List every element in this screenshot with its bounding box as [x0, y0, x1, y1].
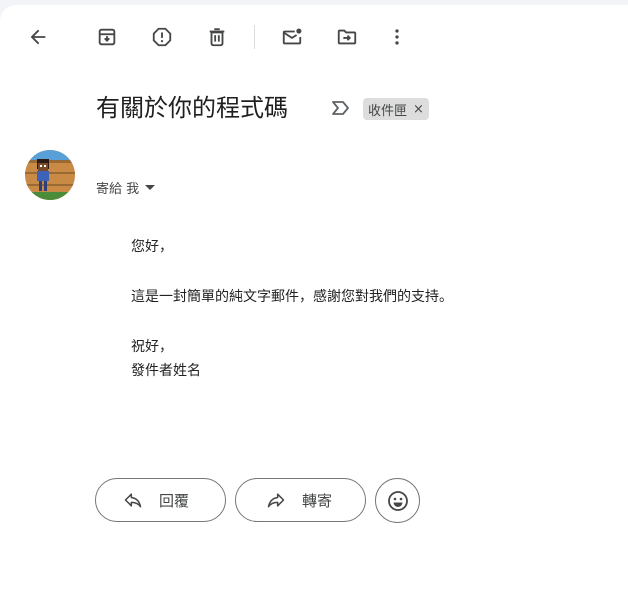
more-options-button[interactable] [381, 21, 413, 53]
importance-marker-icon[interactable] [331, 98, 351, 118]
mark-unread-button[interactable] [276, 21, 308, 53]
archive-icon [98, 28, 116, 46]
toolbar-divider [254, 25, 255, 49]
label-chip-text: 收件匣 [368, 103, 408, 119]
avatar-image [25, 150, 75, 200]
sender-avatar[interactable] [25, 150, 75, 200]
trash-icon [209, 28, 225, 47]
archive-button[interactable] [91, 21, 123, 53]
chevron-down-icon[interactable] [145, 185, 156, 190]
reply-icon [124, 493, 142, 508]
delete-button[interactable] [201, 21, 233, 53]
recipient-line[interactable]: 寄給 我 [96, 178, 156, 197]
mark-unread-icon [282, 28, 302, 45]
forward-button[interactable]: 轉寄 [235, 478, 366, 522]
body-closing: 祝好， [131, 339, 173, 355]
more-vert-icon [395, 29, 399, 45]
reply-label: 回覆 [159, 491, 190, 510]
inbox-label-chip: 收件匣 × [363, 98, 429, 120]
back-button[interactable] [22, 21, 54, 53]
email-body: 您好， 這是一封簡單的純文字郵件，感謝您對我們的支持。 祝好， 發件者姓名 [131, 235, 453, 383]
recipient-text: 寄給 我 [96, 182, 140, 197]
body-signature: 發件者姓名 [131, 363, 201, 379]
back-arrow-icon [30, 29, 46, 45]
report-spam-button[interactable] [146, 21, 178, 53]
forward-icon [267, 493, 285, 508]
forward-label: 轉寄 [302, 491, 333, 510]
emoji-icon [387, 490, 408, 511]
reply-button[interactable]: 回覆 [95, 478, 226, 522]
email-subject: 有關於你的程式碼 [96, 94, 288, 122]
emoji-reaction-button[interactable] [375, 478, 420, 523]
body-line: 這是一封簡單的純文字郵件，感謝您對我們的支持。 [131, 289, 453, 305]
body-greeting: 您好， [131, 239, 173, 255]
move-to-icon [337, 29, 357, 45]
report-spam-icon [152, 27, 172, 47]
move-to-button[interactable] [331, 21, 363, 53]
remove-label-button[interactable]: × [413, 102, 424, 117]
